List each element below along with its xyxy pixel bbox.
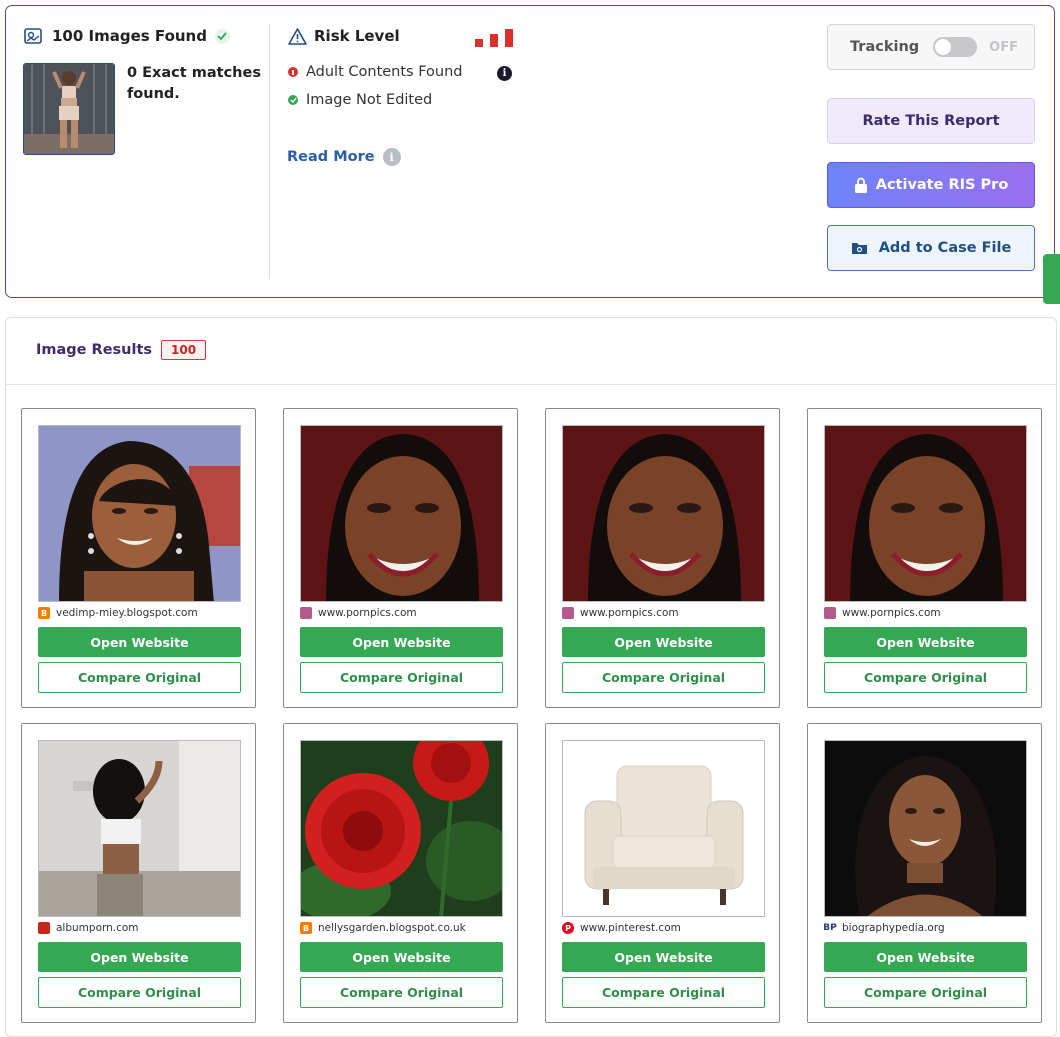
check-dot-icon: [288, 95, 298, 105]
compare-original-button[interactable]: Compare Original: [562, 662, 765, 693]
compare-original-button[interactable]: Compare Original: [824, 977, 1027, 1008]
summary-divider: [269, 24, 270, 279]
result-card: B nellysgarden.blogspot.co.uk Open Websi…: [283, 723, 518, 1023]
result-card: BP biographypedia.org Open Website Compa…: [807, 723, 1042, 1023]
tracking-switch[interactable]: [933, 37, 978, 57]
open-website-button[interactable]: Open Website: [824, 627, 1027, 657]
result-card: P www.pinterest.com Open Website Compare…: [545, 723, 780, 1023]
result-image[interactable]: [824, 425, 1027, 602]
open-website-button[interactable]: Open Website: [38, 627, 241, 657]
result-source-url[interactable]: www.pinterest.com: [580, 922, 681, 934]
bp-icon: BP: [823, 922, 837, 934]
result-image[interactable]: [38, 425, 241, 602]
result-source-url[interactable]: www.pornpics.com: [580, 607, 679, 619]
result-image[interactable]: [300, 740, 503, 917]
add-case-file-label: Add to Case File: [878, 240, 1012, 256]
result-image[interactable]: [300, 425, 503, 602]
exact-matches-text: 0 Exact matches found.: [127, 65, 261, 102]
warning-icon: [288, 27, 307, 45]
risk-level-bars-icon: [475, 29, 513, 47]
compare-original-button[interactable]: Compare Original: [824, 662, 1027, 693]
pinterest-icon: P: [562, 922, 574, 934]
result-card: albumporn.com Open Website Compare Origi…: [21, 723, 256, 1023]
open-website-button[interactable]: Open Website: [562, 942, 765, 972]
result-source-url[interactable]: vedimp-miey.blogspot.com: [56, 607, 198, 619]
result-source[interactable]: www.pornpics.com: [562, 607, 679, 619]
result-source[interactable]: B nellysgarden.blogspot.co.uk: [300, 922, 466, 934]
image-search-icon: [24, 28, 42, 44]
open-website-button[interactable]: Open Website: [300, 627, 503, 657]
image-results-title: Image Results: [36, 342, 153, 358]
pornpics-icon: [562, 607, 574, 619]
open-website-button[interactable]: Open Website: [824, 942, 1027, 972]
images-found-header: 100 Images Found: [24, 27, 230, 45]
query-image-thumbnail[interactable]: [23, 63, 115, 155]
image-results-header: Image Results 100: [36, 340, 207, 360]
compare-original-button[interactable]: Compare Original: [300, 977, 503, 1008]
albumporn-icon: [38, 922, 50, 934]
feedback-side-tab[interactable]: [1043, 254, 1060, 304]
tracking-state: OFF: [989, 39, 1018, 55]
check-icon: [214, 28, 230, 44]
rate-report-label: Rate This Report: [862, 113, 1000, 129]
result-card: B vedimp-miey.blogspot.com Open Website …: [21, 408, 256, 708]
add-case-file-button[interactable]: Add to Case File: [827, 225, 1035, 271]
open-website-button[interactable]: Open Website: [300, 942, 503, 972]
compare-original-button[interactable]: Compare Original: [38, 662, 241, 693]
result-image[interactable]: [824, 740, 1027, 917]
results-count-badge: 100: [161, 340, 207, 360]
rate-report-button[interactable]: Rate This Report: [827, 98, 1035, 144]
result-source[interactable]: www.pornpics.com: [300, 607, 417, 619]
pornpics-icon: [300, 607, 312, 619]
results-divider: [6, 384, 1056, 385]
result-source-url[interactable]: biographypedia.org: [842, 922, 945, 934]
result-image[interactable]: [38, 740, 241, 917]
result-source-url[interactable]: www.pornpics.com: [318, 607, 417, 619]
risk-level-title: Risk Level: [314, 27, 400, 45]
result-source[interactable]: B vedimp-miey.blogspot.com: [38, 607, 198, 619]
info-icon[interactable]: i: [497, 66, 512, 81]
result-image[interactable]: [562, 425, 765, 602]
images-found-text: 100 Images Found: [52, 27, 207, 45]
result-card: www.pornpics.com Open Website Compare Or…: [545, 408, 780, 708]
result-source[interactable]: BP biographypedia.org: [823, 922, 945, 934]
alert-dot-icon: [288, 67, 298, 77]
result-source-url[interactable]: nellysgarden.blogspot.co.uk: [318, 922, 466, 934]
read-more-label[interactable]: Read More: [287, 149, 375, 165]
folder-icon: [851, 243, 867, 254]
compare-original-button[interactable]: Compare Original: [38, 977, 241, 1008]
report-summary-panel: 100 Images Found 0 Exact matches found. …: [5, 5, 1055, 298]
image-results-panel: Image Results 100 B vedimp-miey.blogspot…: [5, 317, 1057, 1037]
adult-content-text: Adult Contents Found: [306, 64, 463, 80]
result-source-url[interactable]: albumporn.com: [56, 922, 139, 934]
result-source[interactable]: www.pornpics.com: [824, 607, 941, 619]
compare-original-button[interactable]: Compare Original: [562, 977, 765, 1008]
pornpics-icon: [824, 607, 836, 619]
open-website-button[interactable]: Open Website: [38, 942, 241, 972]
open-website-button[interactable]: Open Website: [562, 627, 765, 657]
compare-original-button[interactable]: Compare Original: [300, 662, 503, 693]
blogger-icon: B: [300, 922, 312, 934]
activate-pro-label: Activate RIS Pro: [875, 177, 1009, 193]
image-not-edited-row: Image Not Edited: [288, 92, 432, 108]
blogger-icon: B: [38, 607, 50, 619]
activate-pro-button[interactable]: Activate RIS Pro: [827, 162, 1035, 208]
image-not-edited-text: Image Not Edited: [306, 92, 433, 108]
read-more-link[interactable]: Read More i: [287, 148, 401, 166]
risk-level-header: Risk Level: [288, 27, 400, 45]
result-image[interactable]: [562, 740, 765, 917]
result-card: www.pornpics.com Open Website Compare Or…: [283, 408, 518, 708]
lock-icon: [854, 177, 867, 193]
result-source-url[interactable]: www.pornpics.com: [842, 607, 941, 619]
result-source[interactable]: P www.pinterest.com: [562, 922, 681, 934]
result-source[interactable]: albumporn.com: [38, 922, 139, 934]
result-card: www.pornpics.com Open Website Compare Or…: [807, 408, 1042, 708]
tracking-label: Tracking: [850, 39, 920, 55]
info-icon[interactable]: i: [382, 148, 401, 166]
tracking-toggle-button[interactable]: Tracking OFF: [827, 24, 1035, 70]
adult-content-row: Adult Contents Found: [288, 64, 463, 80]
